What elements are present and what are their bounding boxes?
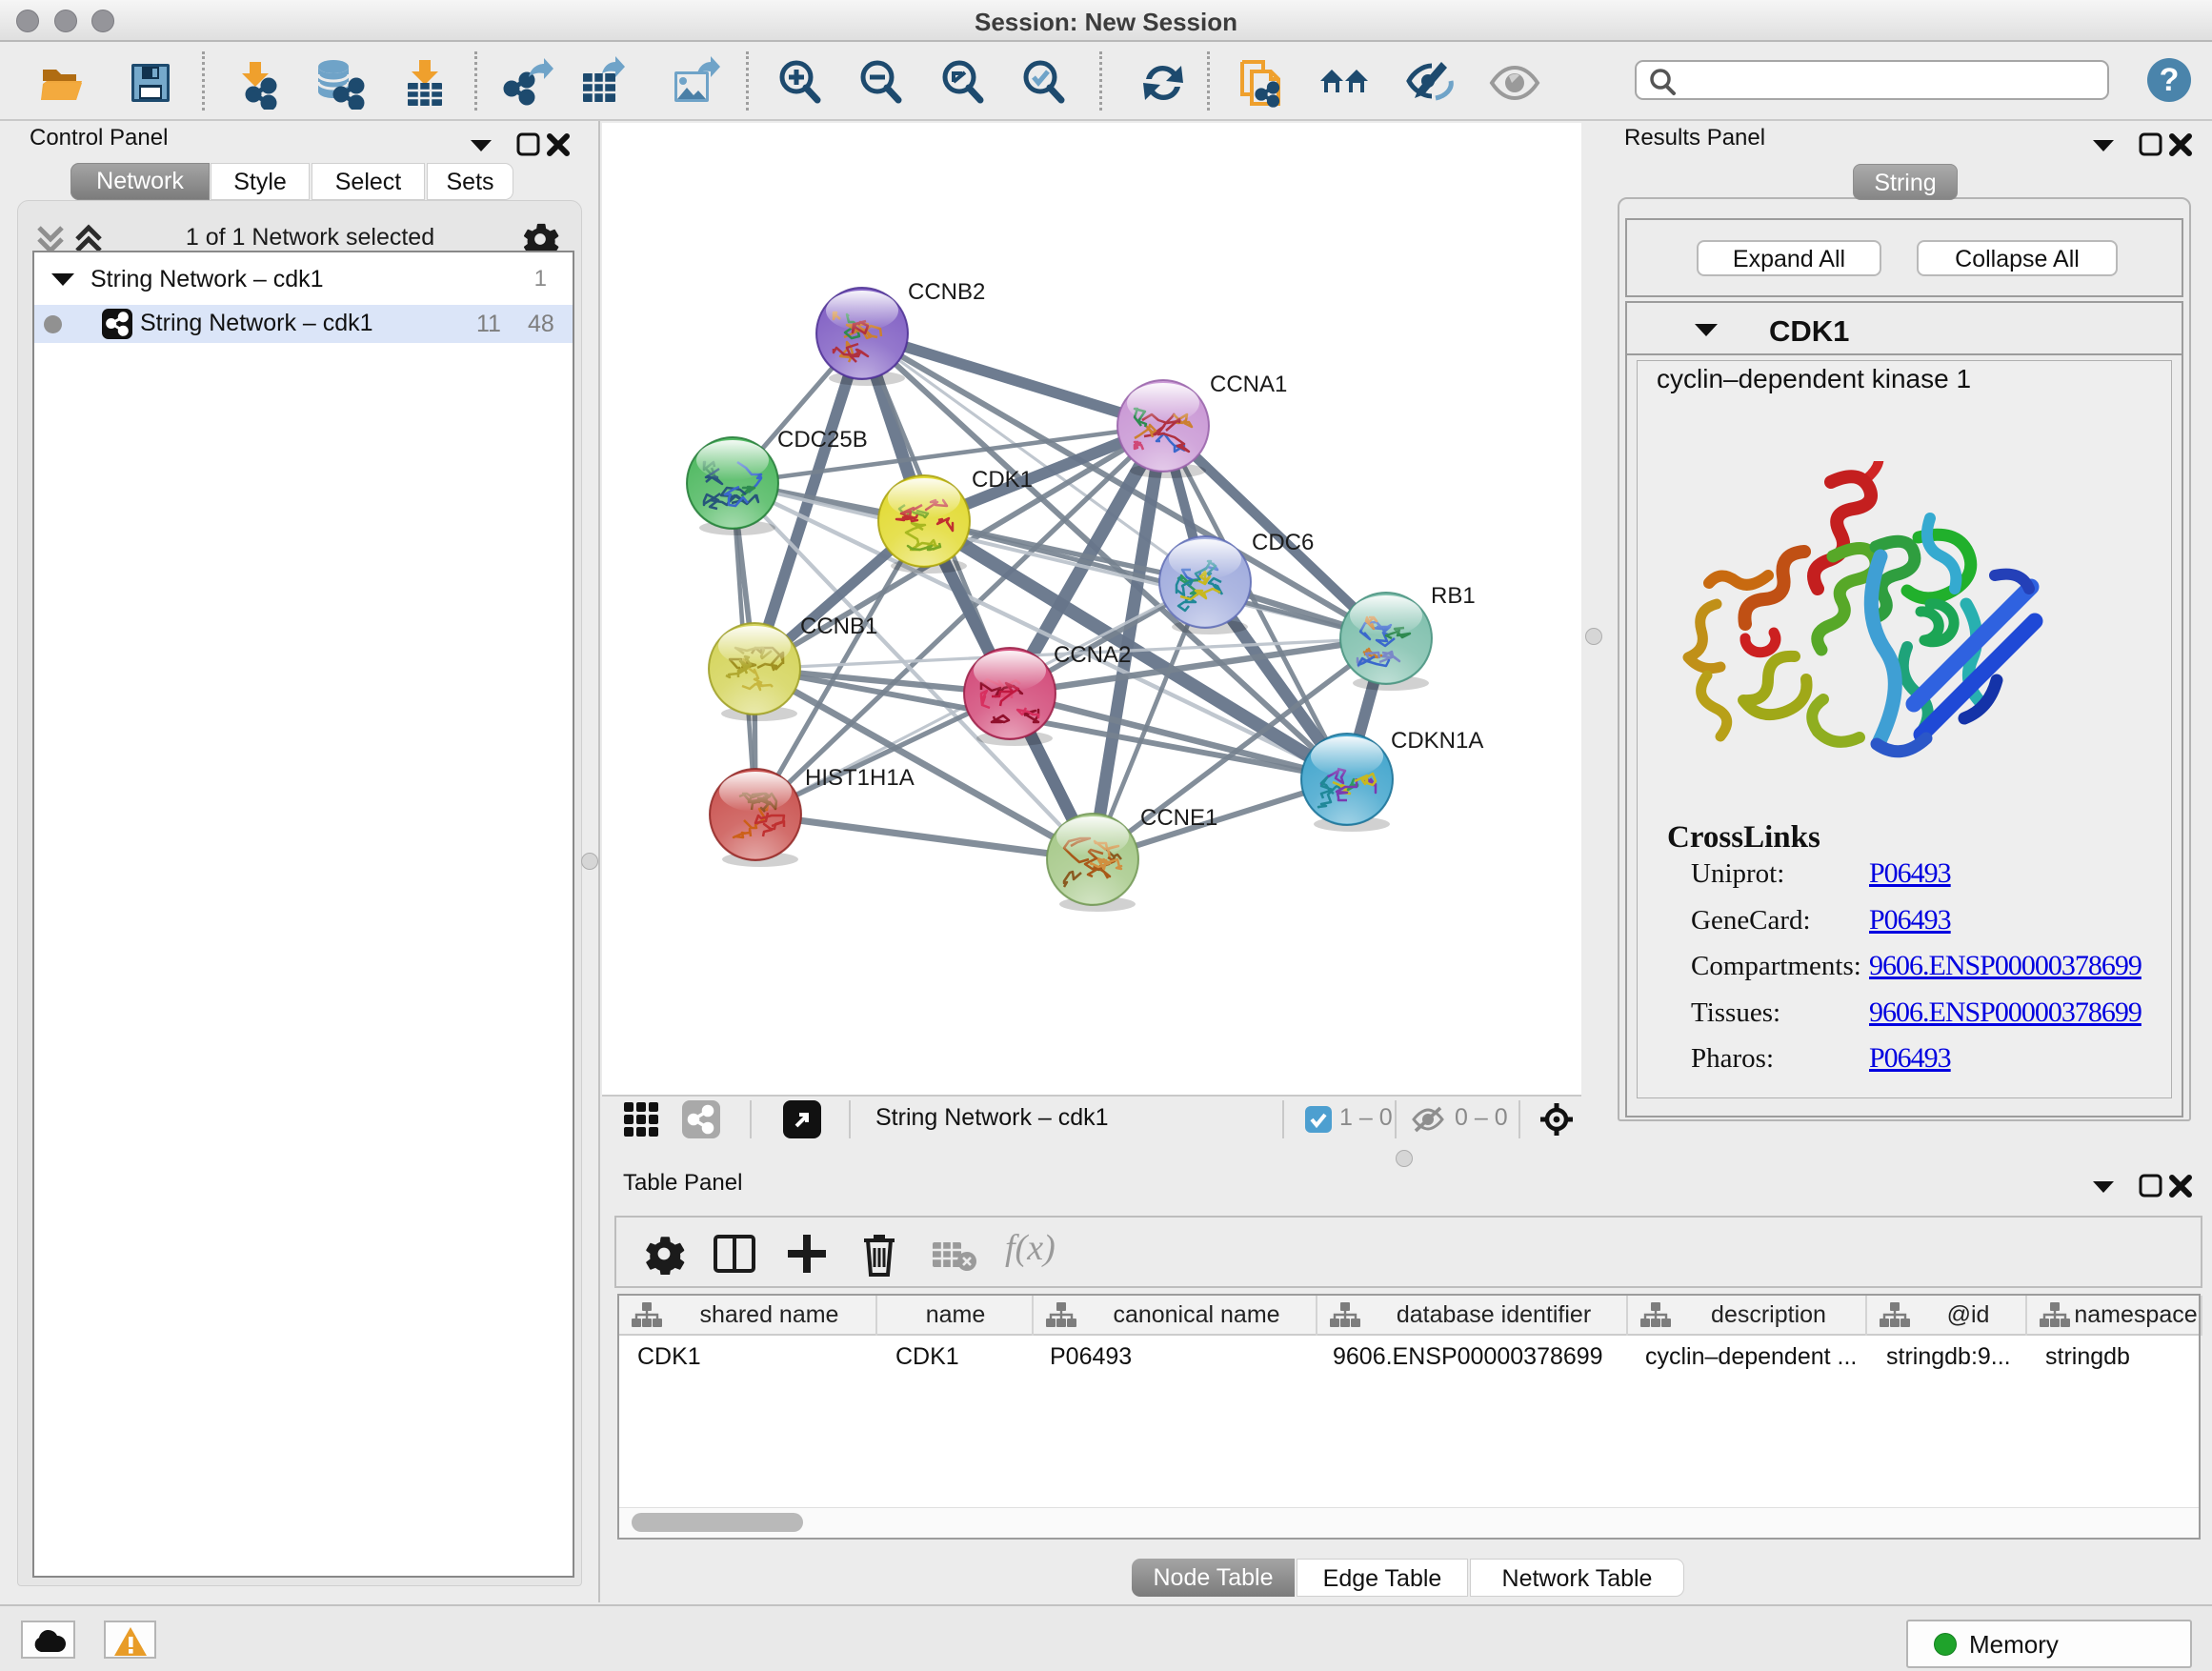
svg-text:RB1: RB1 [1431, 583, 1476, 609]
svg-text:CDC25B: CDC25B [777, 427, 868, 453]
svg-text:CCNA1: CCNA1 [1210, 372, 1287, 397]
svg-text:CDKN1A: CDKN1A [1391, 728, 1483, 754]
svg-text:CCNE1: CCNE1 [1140, 805, 1217, 831]
svg-text:CDC6: CDC6 [1252, 530, 1314, 555]
svg-text:?: ? [2160, 62, 2180, 98]
svg-text:CDK1: CDK1 [972, 467, 1033, 493]
svg-text:CCNA2: CCNA2 [1054, 642, 1131, 668]
svg-text:HIST1H1A: HIST1H1A [805, 765, 915, 791]
svg-text:CCNB2: CCNB2 [908, 279, 985, 305]
svg-text:CCNB1: CCNB1 [800, 614, 877, 639]
